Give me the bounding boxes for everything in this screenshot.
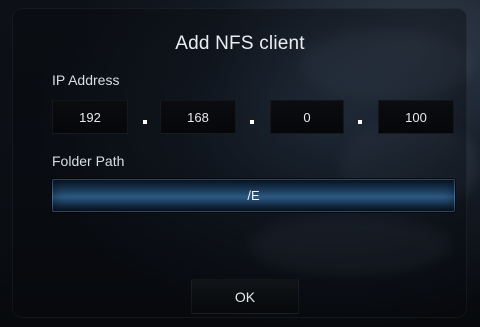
- ip-octet-3-field[interactable]: 0: [270, 100, 344, 134]
- ip-separator-dot: [143, 120, 147, 124]
- dialog-title: Add NFS client: [175, 33, 305, 54]
- ip-octet-2-field[interactable]: 168: [160, 100, 236, 134]
- ip-separator-dot: [358, 120, 362, 124]
- ip-octet-4-field[interactable]: 100: [378, 100, 454, 134]
- nfs-client-screen: Add NFS client IP Address 192 168 0 100 …: [0, 0, 480, 327]
- ip-separator-dot: [250, 120, 254, 124]
- folder-path-label: Folder Path: [52, 153, 125, 169]
- folder-path-field[interactable]: /E: [52, 179, 455, 212]
- ok-button[interactable]: OK: [191, 279, 299, 314]
- ip-octet-1-field[interactable]: 192: [52, 100, 128, 134]
- ip-address-label: IP Address: [52, 72, 120, 88]
